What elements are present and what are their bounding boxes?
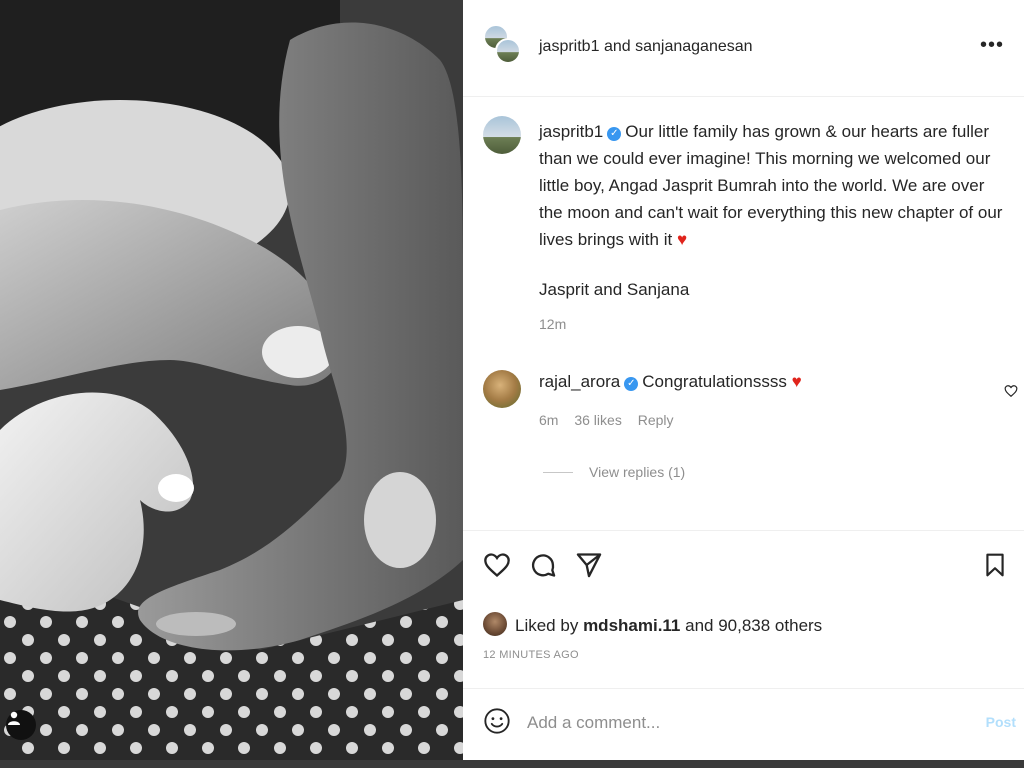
post-actions-bar <box>463 545 1024 589</box>
verified-badge-icon: ✓ <box>624 377 639 391</box>
caption-text: Our little family has grown & our hearts… <box>539 122 1003 249</box>
comment-like-heart-icon[interactable] <box>1004 384 1018 403</box>
collab-avatars[interactable] <box>483 24 523 74</box>
user-tag-icon[interactable] <box>6 710 36 740</box>
comment-meta: 6m 36 likes Reply <box>539 412 686 428</box>
comment-username[interactable]: rajal_arora <box>539 372 620 391</box>
replies-line <box>543 471 573 473</box>
liked-by-others[interactable]: and 90,838 others <box>685 616 822 635</box>
avatar[interactable] <box>483 612 507 636</box>
post-comment-button[interactable]: Post <box>986 714 1016 730</box>
avatar[interactable] <box>483 116 521 154</box>
post-header: jaspritb1 and sanjanaganesan ••• <box>463 0 1024 96</box>
avatar <box>495 38 521 64</box>
author-conjunction: and <box>603 38 631 55</box>
post-photo[interactable] <box>0 0 463 768</box>
comment-timestamp[interactable]: 6m <box>539 412 558 428</box>
reply-button[interactable]: Reply <box>638 412 674 428</box>
caption-signoff: Jasprit and Sanjana <box>539 280 690 299</box>
view-replies-label: View replies (1) <box>589 464 686 480</box>
liked-by-summary[interactable]: Liked by mdshami.11 and 90,838 others <box>515 616 822 636</box>
heart-emoji-icon: ♥ <box>791 372 802 391</box>
heart-emoji-icon: ♥ <box>676 230 688 249</box>
post-detail-panel: jaspritb1 and sanjanaganesan ••• jasprit… <box>463 0 1024 760</box>
heart-outline-icon[interactable] <box>483 551 511 584</box>
liked-by-username[interactable]: mdshami.11 <box>583 616 680 635</box>
photo-illustration <box>0 0 463 768</box>
comment-input[interactable] <box>527 710 967 736</box>
verified-badge-icon: ✓ <box>607 127 622 141</box>
view-replies-button[interactable]: View replies (1) <box>543 464 685 480</box>
comment-bubble-icon[interactable] <box>529 551 557 584</box>
author-username[interactable]: sanjanaganesan <box>635 38 752 55</box>
add-comment-bar: Post <box>463 690 1024 758</box>
author-username[interactable]: jaspritb1 <box>539 38 599 55</box>
post-timestamp: 12 MINUTES AGO <box>483 649 579 661</box>
divider <box>463 688 1024 689</box>
divider <box>463 530 1024 531</box>
more-options-icon[interactable]: ••• <box>980 34 1004 57</box>
liked-by-prefix: Liked by <box>515 616 579 635</box>
caption-timestamp[interactable]: 12m <box>539 316 566 332</box>
comment-likes-count[interactable]: 36 likes <box>574 412 621 428</box>
comment-text: Congratulationssss <box>642 372 787 391</box>
bookmark-icon[interactable] <box>982 551 1008 584</box>
post-authors: jaspritb1 and sanjanaganesan <box>539 38 753 56</box>
bottom-strip <box>0 760 1024 768</box>
caption-username[interactable]: jaspritb1 <box>539 122 603 141</box>
comment-text-row: rajal_arora ✓ Congratulationssss ♥ <box>539 372 802 392</box>
avatar[interactable] <box>483 370 521 408</box>
divider <box>463 96 1024 97</box>
smiley-icon[interactable] <box>483 707 511 740</box>
post-caption: jaspritb1 ✓ Our little family has grown & … <box>539 118 1009 253</box>
paper-plane-icon[interactable] <box>575 551 603 584</box>
